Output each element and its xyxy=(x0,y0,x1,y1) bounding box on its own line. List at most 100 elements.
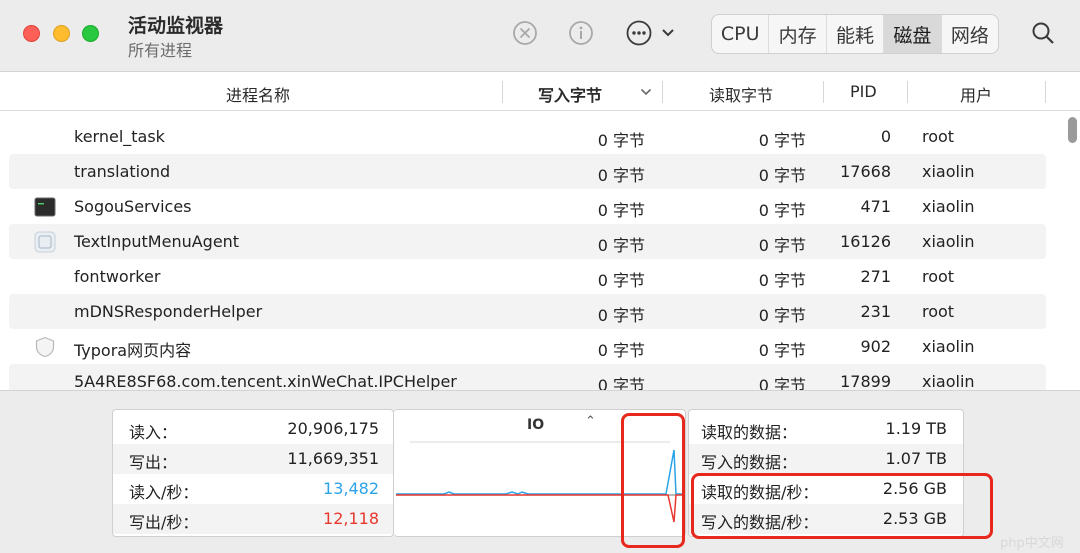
tab-memory[interactable]: 内存 xyxy=(769,15,827,53)
more-icon[interactable] xyxy=(624,18,654,48)
column-user[interactable]: 用户 xyxy=(960,82,992,106)
stat-value: 1.19 TB xyxy=(885,419,947,438)
pid: 471 xyxy=(860,197,891,216)
bytes-read: 0 字节 xyxy=(758,341,806,360)
process-name: kernel_task xyxy=(74,127,165,146)
annotation-highlight xyxy=(691,473,993,539)
stat-label: 写入的数据： xyxy=(701,453,798,472)
process-name: 5A4RE8SF68.com.tencent.xinWeChat.IPCHelp… xyxy=(74,372,457,390)
zoom-window-button[interactable] xyxy=(82,25,99,42)
table-row[interactable]: TextInputMenuAgent 0 字节 0 字节 16126 xiaol… xyxy=(9,224,1046,259)
minimize-window-button[interactable] xyxy=(53,25,70,42)
stat-value: 1.07 TB xyxy=(885,449,947,468)
column-divider[interactable] xyxy=(1045,81,1046,103)
bytes-written: 0 字节 xyxy=(597,271,645,290)
scrollbar-thumb[interactable] xyxy=(1068,117,1077,143)
updown-chevron-icon[interactable]: ⌃ xyxy=(585,414,596,429)
user: root xyxy=(922,302,955,321)
view-tabs: CPU 内存 能耗 磁盘 网络 xyxy=(711,14,999,54)
bytes-read: 0 字节 xyxy=(758,236,806,255)
user: xiaolin xyxy=(922,337,975,356)
bytes-written: 0 字节 xyxy=(597,201,645,220)
bytes-read: 0 字节 xyxy=(758,166,806,185)
process-name: TextInputMenuAgent xyxy=(74,232,240,251)
stat-value: 20,906,175 xyxy=(287,419,379,438)
pid: 902 xyxy=(860,337,891,356)
column-pid[interactable]: PID xyxy=(850,82,877,101)
window-title: 活动监视器 xyxy=(128,15,224,37)
close-window-button[interactable] xyxy=(23,25,40,42)
pid: 17899 xyxy=(840,372,891,390)
process-name: mDNSResponderHelper xyxy=(74,302,263,321)
tab-cpu[interactable]: CPU xyxy=(712,15,770,53)
table-row[interactable]: kernel_task 0 字节 0 字节 0 root xyxy=(9,119,1046,154)
stat-label: 写出： xyxy=(129,453,178,472)
terminal-app-icon xyxy=(34,196,56,218)
chevron-down-icon[interactable] xyxy=(653,18,683,48)
sort-descending-icon[interactable] xyxy=(631,77,661,107)
bytes-written: 0 字节 xyxy=(597,376,645,390)
table-row[interactable]: translationd 0 字节 0 字节 17668 xiaolin xyxy=(9,154,1046,189)
table-row[interactable]: SogouServices 0 字节 0 字节 471 xiaolin xyxy=(9,189,1046,224)
table-row[interactable]: mDNSResponderHelper 0 字节 0 字节 231 root xyxy=(9,294,1046,329)
column-bytes-read[interactable]: 读取字节 xyxy=(709,82,773,106)
column-header: 进程名称 写入字节 读取字节 PID 用户 xyxy=(0,73,1080,111)
user: xiaolin xyxy=(922,232,975,251)
stat-value: 12,118 xyxy=(323,509,379,528)
stat-data-written: 写入的数据： 1.07 TB xyxy=(689,444,963,474)
stat-data-read: 读取的数据： 1.19 TB xyxy=(689,414,963,444)
bytes-written: 0 字节 xyxy=(597,236,645,255)
table-row[interactable]: fontworker 0 字节 0 字节 271 root xyxy=(9,259,1046,294)
stat-value: 11,669,351 xyxy=(287,449,379,468)
process-name: Typora网页内容 xyxy=(74,341,192,360)
table-row[interactable]: Typora网页内容 0 字节 0 字节 902 xiaolin xyxy=(9,329,1046,364)
stat-label: 写出/秒： xyxy=(129,513,199,532)
bytes-read: 0 字节 xyxy=(758,201,806,220)
process-name: translationd xyxy=(74,162,171,181)
io-totals-box: 读入： 20,906,175 写出： 11,669,351 读入/秒： 13,4… xyxy=(112,409,394,537)
bytes-written: 0 字节 xyxy=(597,166,645,185)
user: xiaolin xyxy=(922,162,975,181)
search-icon[interactable] xyxy=(1028,18,1058,48)
stat-reads-in-per-sec: 读入/秒： 13,482 xyxy=(113,474,393,504)
annotation-highlight xyxy=(621,413,685,548)
user: root xyxy=(922,267,955,286)
io-graph-title[interactable]: IO xyxy=(527,417,544,433)
stat-reads-in: 读入： 20,906,175 xyxy=(113,414,393,444)
stat-label: 读入： xyxy=(129,423,178,442)
pid: 271 xyxy=(860,267,891,286)
close-circle-icon[interactable] xyxy=(510,18,540,48)
input-menu-icon xyxy=(34,231,56,253)
user: root xyxy=(922,127,955,146)
bytes-read: 0 字节 xyxy=(758,306,806,325)
shield-icon xyxy=(34,336,56,358)
watermark: php中文网 xyxy=(1000,536,1064,551)
pid: 0 xyxy=(880,127,891,146)
table-row[interactable]: 5A4RE8SF68.com.tencent.xinWeChat.IPCHelp… xyxy=(9,364,1046,390)
stat-writes-out: 写出： 11,669,351 xyxy=(113,444,393,474)
column-divider[interactable] xyxy=(502,81,503,103)
pid: 231 xyxy=(860,302,891,321)
stat-writes-out-per-sec: 写出/秒： 12,118 xyxy=(113,504,393,534)
process-name: SogouServices xyxy=(74,197,192,216)
column-divider[interactable] xyxy=(662,81,663,103)
toolbar: 活动监视器 所有进程 CPU 内存 能耗 磁盘 网络 xyxy=(0,0,1080,72)
bytes-read: 0 字节 xyxy=(758,131,806,150)
column-divider[interactable] xyxy=(823,81,824,103)
info-icon[interactable] xyxy=(566,18,596,48)
column-process-name[interactable]: 进程名称 xyxy=(226,82,290,106)
column-bytes-written[interactable]: 写入字节 xyxy=(538,82,602,106)
bytes-written: 0 字节 xyxy=(597,306,645,325)
column-divider[interactable] xyxy=(907,81,908,103)
process-table: kernel_task 0 字节 0 字节 0 root translation… xyxy=(0,112,1064,390)
stat-value: 13,482 xyxy=(323,479,379,498)
bytes-read: 0 字节 xyxy=(758,376,806,390)
bytes-read: 0 字节 xyxy=(758,271,806,290)
user: xiaolin xyxy=(922,372,975,390)
tab-energy[interactable]: 能耗 xyxy=(827,15,885,53)
window-subtitle: 所有进程 xyxy=(128,41,193,60)
stat-label: 读入/秒： xyxy=(129,483,199,502)
user: xiaolin xyxy=(922,197,975,216)
tab-network[interactable]: 网络 xyxy=(942,15,998,53)
tab-disk[interactable]: 磁盘 xyxy=(884,15,942,53)
